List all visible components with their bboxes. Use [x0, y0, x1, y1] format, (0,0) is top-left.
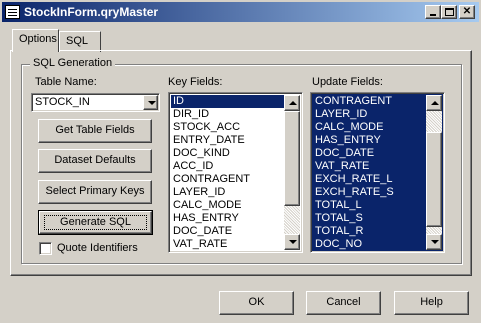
list-item[interactable]: HAS_ENTRY: [313, 134, 426, 147]
list-item[interactable]: DOC_KIND: [171, 147, 284, 160]
table-name-combo[interactable]: STOCK_IN: [31, 93, 160, 112]
key-fields-label: Key Fields:: [168, 76, 223, 88]
list-item[interactable]: CALC_MODE: [313, 121, 426, 134]
update-fields-list[interactable]: CONTRAGENT LAYER_ID CALC_MODE HAS_ENTRY DOC_…: [310, 92, 445, 253]
list-item[interactable]: TOTAL_S: [313, 212, 426, 225]
focus-rect: [44, 215, 147, 230]
get-table-fields-button[interactable]: Get Table Fields: [38, 119, 152, 143]
list-item[interactable]: VAT_RATE: [313, 160, 426, 173]
tab-sql-label: SQL: [66, 35, 89, 47]
app-icon[interactable]: [5, 5, 20, 19]
chevron-down-icon: [289, 240, 297, 244]
key-fields-list[interactable]: ID DIR_ID STOCK_ACC ENTRY_DATE DOC_KIND ACC_I…: [168, 92, 303, 253]
minimize-button[interactable]: [425, 5, 441, 19]
dataset-defaults-button[interactable]: Dataset Defaults: [38, 149, 152, 173]
list-item[interactable]: TOTAL_L: [313, 199, 426, 212]
select-primary-keys-label: Select Primary Keys: [45, 185, 145, 197]
scroll-down-button[interactable]: [284, 234, 300, 250]
close-icon: ✕: [462, 6, 472, 17]
list-item[interactable]: LAYER_ID: [171, 186, 284, 199]
list-item[interactable]: TOTAL_R: [313, 225, 426, 238]
list-item[interactable]: ACC_ID: [171, 160, 284, 173]
cancel-button[interactable]: Cancel: [306, 291, 381, 315]
table-name-value: STOCK_IN: [35, 96, 90, 108]
maximize-icon: [445, 8, 454, 16]
quote-identifiers-label[interactable]: Quote Identifiers: [57, 242, 138, 254]
list-item[interactable]: EXCH_RATE_S: [313, 186, 426, 199]
key-fields-scrollbar[interactable]: [284, 95, 300, 250]
key-fields-items: ID DIR_ID STOCK_ACC ENTRY_DATE DOC_KIND ACC_I…: [171, 95, 284, 251]
help-button[interactable]: Help: [394, 291, 469, 315]
chevron-down-icon: [148, 101, 156, 105]
scroll-up-button[interactable]: [426, 95, 442, 111]
scroll-thumb[interactable]: [426, 132, 442, 227]
close-button[interactable]: ✕: [459, 5, 475, 19]
chevron-up-icon: [431, 101, 439, 105]
chevron-up-icon: [289, 101, 297, 105]
maximize-button[interactable]: [441, 5, 457, 19]
update-fields-label: Update Fields:: [312, 76, 383, 88]
list-item[interactable]: DOC_DATE: [313, 147, 426, 160]
list-item[interactable]: ID: [171, 95, 284, 108]
list-item[interactable]: DIR_ID: [171, 108, 284, 121]
list-item[interactable]: LAYER_ID: [313, 108, 426, 121]
list-item[interactable]: VAT_RATE: [171, 238, 284, 251]
list-item[interactable]: EXCH_RATE_L: [313, 173, 426, 186]
chevron-down-icon: [431, 240, 439, 244]
list-item[interactable]: HAS_ENTRY: [171, 212, 284, 225]
list-item[interactable]: DOC_NO: [313, 238, 426, 251]
ok-label: OK: [248, 296, 265, 308]
minimize-icon: [430, 14, 436, 16]
scroll-down-button[interactable]: [426, 234, 442, 250]
select-primary-keys-button[interactable]: Select Primary Keys: [38, 180, 152, 204]
cancel-label: Cancel: [326, 296, 361, 308]
table-name-label: Table Name:: [35, 76, 97, 88]
dataset-defaults-label: Dataset Defaults: [54, 154, 136, 166]
list-item[interactable]: CONTRAGENT: [313, 95, 426, 108]
get-table-fields-label: Get Table Fields: [55, 124, 135, 136]
list-item[interactable]: CONTRAGENT: [171, 173, 284, 186]
list-item[interactable]: STOCK_ACC: [171, 121, 284, 134]
scroll-up-button[interactable]: [284, 95, 300, 111]
list-item[interactable]: ENTRY_DATE: [171, 134, 284, 147]
title-bar[interactable]: StockInForm.qryMaster ✕: [2, 2, 479, 22]
scroll-thumb[interactable]: [284, 111, 300, 206]
list-item[interactable]: DOC_DATE: [171, 225, 284, 238]
tab-options[interactable]: Options: [12, 29, 59, 52]
group-title: SQL Generation: [30, 57, 116, 69]
update-fields-scrollbar[interactable]: [426, 95, 442, 250]
help-label: Help: [420, 296, 443, 308]
update-fields-items: CONTRAGENT LAYER_ID CALC_MODE HAS_ENTRY DOC_…: [313, 95, 426, 251]
combo-dropdown-button[interactable]: [143, 95, 158, 110]
generate-sql-button[interactable]: Generate SQL: [38, 210, 153, 235]
quote-identifiers-checkbox[interactable]: [39, 242, 52, 255]
ok-button[interactable]: OK: [219, 291, 294, 315]
window-title: StockInForm.qryMaster: [24, 5, 159, 19]
tab-sql[interactable]: SQL: [59, 31, 101, 52]
tab-options-label: Options: [19, 33, 57, 45]
list-item[interactable]: CALC_MODE: [171, 199, 284, 212]
